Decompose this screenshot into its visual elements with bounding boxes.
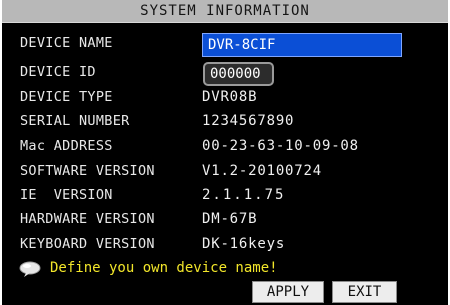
mac-address-label: Mac ADDRESS <box>20 138 113 154</box>
device-id-label: DEVICE ID <box>20 64 96 80</box>
keyboard-version-label: KEYBOARD VERSION <box>20 236 155 252</box>
serial-number-label: SERIAL NUMBER <box>20 113 130 129</box>
software-version-value: V1.2-20100724 <box>202 163 322 179</box>
mac-address-value: 00-23-63-10-09-08 <box>202 138 359 154</box>
device-type-value: DVR08B <box>202 89 258 105</box>
exit-button[interactable]: EXIT <box>332 281 397 303</box>
serial-number-value: 1234567890 <box>202 113 295 129</box>
hardware-version-value: DM-67B <box>202 211 258 227</box>
dvr-screen: SYSTEM INFORMATION DEVICE NAME DVR-8CIF … <box>2 0 448 305</box>
keyboard-version-value: DK-16keys <box>202 236 286 252</box>
software-version-label: SOFTWARE VERSION <box>20 163 155 179</box>
window-title: SYSTEM INFORMATION <box>2 0 448 23</box>
apply-button[interactable]: APPLY <box>252 281 324 303</box>
device-id-field[interactable]: 000000 <box>203 62 274 86</box>
ie-version-value: 2.1.1.75 <box>202 187 286 203</box>
ie-version-label: IE VERSION <box>20 187 113 203</box>
hardware-version-label: HARDWARE VERSION <box>20 211 155 227</box>
speech-bubble-icon <box>19 261 41 277</box>
device-type-label: DEVICE TYPE <box>20 89 113 105</box>
device-name-label: DEVICE NAME <box>20 35 113 51</box>
hint-text: Define you own device name! <box>50 260 278 276</box>
device-name-field[interactable]: DVR-8CIF <box>202 33 402 57</box>
